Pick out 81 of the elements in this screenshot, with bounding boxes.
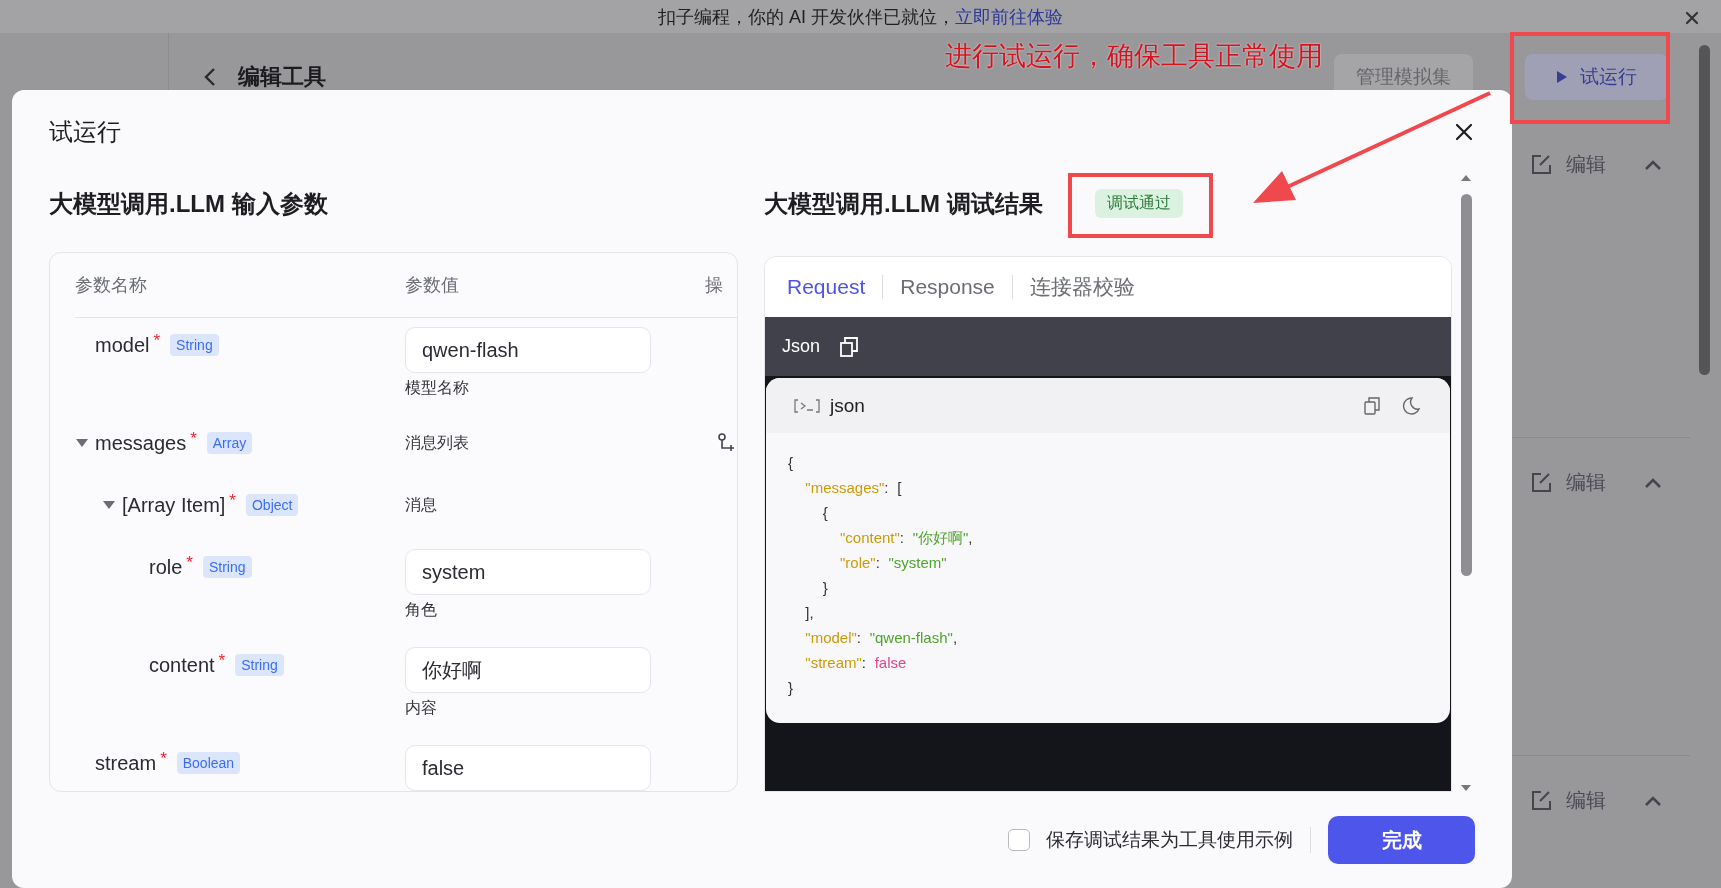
param-name: stream: [95, 751, 157, 775]
type-tag: Boolean: [176, 752, 241, 774]
banner-text: 扣子编程，你的 AI 开发伙伴已就位，立即前往体验: [658, 5, 1063, 29]
close-icon: [1455, 123, 1473, 141]
checkbox[interactable]: [1008, 829, 1030, 851]
code-line: "model": "qwen-flash",: [804, 628, 959, 648]
required-mark: *: [218, 651, 226, 671]
copy-icon: [1364, 396, 1380, 415]
edit-icon: [1530, 789, 1552, 812]
tab[interactable]: Request: [787, 275, 866, 299]
required-mark: *: [190, 429, 197, 449]
column-header: 操: [705, 274, 724, 297]
code-line: "content": "你好啊",: [839, 528, 974, 548]
required-mark: *: [186, 553, 193, 573]
annotation-text: 进行试运行，确保工具正常使用: [945, 40, 1323, 73]
banner-link[interactable]: 立即前往体验: [955, 6, 1063, 27]
scroll-up-icon: [1460, 174, 1472, 182]
type-tag: String: [170, 334, 219, 356]
value-field[interactable]: 你好啊: [405, 647, 651, 693]
code-line: }: [821, 578, 829, 598]
chevron-up-icon: [1644, 794, 1662, 807]
type-tag: String: [203, 556, 252, 578]
scrollbar-thumb[interactable]: [1460, 194, 1472, 576]
code-line: "role": "system": [839, 553, 948, 573]
terminal-icon: [794, 397, 820, 414]
back-icon: [204, 66, 216, 87]
type-tag: Array: [206, 432, 253, 454]
tab[interactable]: 连接器校验: [1029, 273, 1135, 301]
param-description: 消息: [405, 494, 437, 515]
done-button[interactable]: 完成: [1328, 816, 1475, 864]
section-heading: 大模型调用.LLM 输入参数: [49, 190, 328, 217]
chevron-up-icon: [1644, 476, 1662, 489]
param-description: 消息列表: [405, 432, 469, 453]
format-label: Json: [782, 336, 821, 357]
edit-link[interactable]: 编辑: [1566, 469, 1606, 496]
column-header: 参数名称: [75, 274, 148, 297]
code-line: "messages": [: [804, 478, 903, 498]
param-description: 内容: [405, 698, 438, 718]
run-button[interactable]: 试运行: [1525, 53, 1668, 100]
tab[interactable]: Response: [900, 275, 995, 299]
type-tag: String: [235, 654, 284, 676]
checkbox-label[interactable]: 保存调试结果为工具使用示例: [1046, 827, 1293, 853]
page-title: 编辑工具: [238, 62, 326, 91]
value-field[interactable]: false: [405, 745, 651, 791]
status-tag: 调试通过: [1094, 189, 1183, 218]
moon-icon: [1402, 396, 1420, 415]
add-child-icon: [717, 433, 737, 453]
language-label: json: [830, 394, 865, 417]
scrollbar-thumb[interactable]: [1699, 45, 1710, 375]
value-field[interactable]: qwen-flash: [405, 327, 651, 373]
scroll-down-icon: [1460, 784, 1472, 792]
value-field[interactable]: system: [405, 549, 651, 595]
edit-link[interactable]: 编辑: [1566, 787, 1606, 814]
param-name: [Array Item]: [122, 493, 226, 517]
code-line: {: [821, 503, 829, 523]
chevron-up-icon: [1644, 158, 1662, 171]
close-icon: [1685, 11, 1699, 25]
section-heading: 大模型调用.LLM 调试结果: [764, 189, 1043, 219]
param-description: 角色: [405, 600, 438, 620]
param-name: messages: [95, 431, 187, 455]
dialog-title: 试运行: [49, 117, 121, 147]
type-tag: Object: [246, 494, 299, 516]
copy-icon: [840, 336, 859, 357]
param-name: role: [149, 555, 183, 579]
edit-icon: [1530, 153, 1552, 176]
required-mark: *: [160, 749, 167, 769]
param-name: content: [149, 653, 215, 677]
play-icon: [1556, 69, 1568, 84]
param-description: 模型名称: [405, 378, 470, 398]
required-mark: *: [229, 491, 236, 511]
edit-icon: [1530, 471, 1552, 494]
code-line: ],: [804, 603, 815, 623]
caret-icon: [75, 438, 89, 448]
caret-icon: [102, 500, 116, 510]
param-name: model: [95, 333, 150, 357]
edit-link[interactable]: 编辑: [1566, 151, 1606, 178]
column-header: 参数值: [405, 274, 460, 297]
required-mark: *: [153, 331, 161, 351]
code-line: }: [788, 678, 794, 698]
code-line: {: [788, 453, 794, 473]
code-line: "stream": false: [804, 653, 908, 673]
